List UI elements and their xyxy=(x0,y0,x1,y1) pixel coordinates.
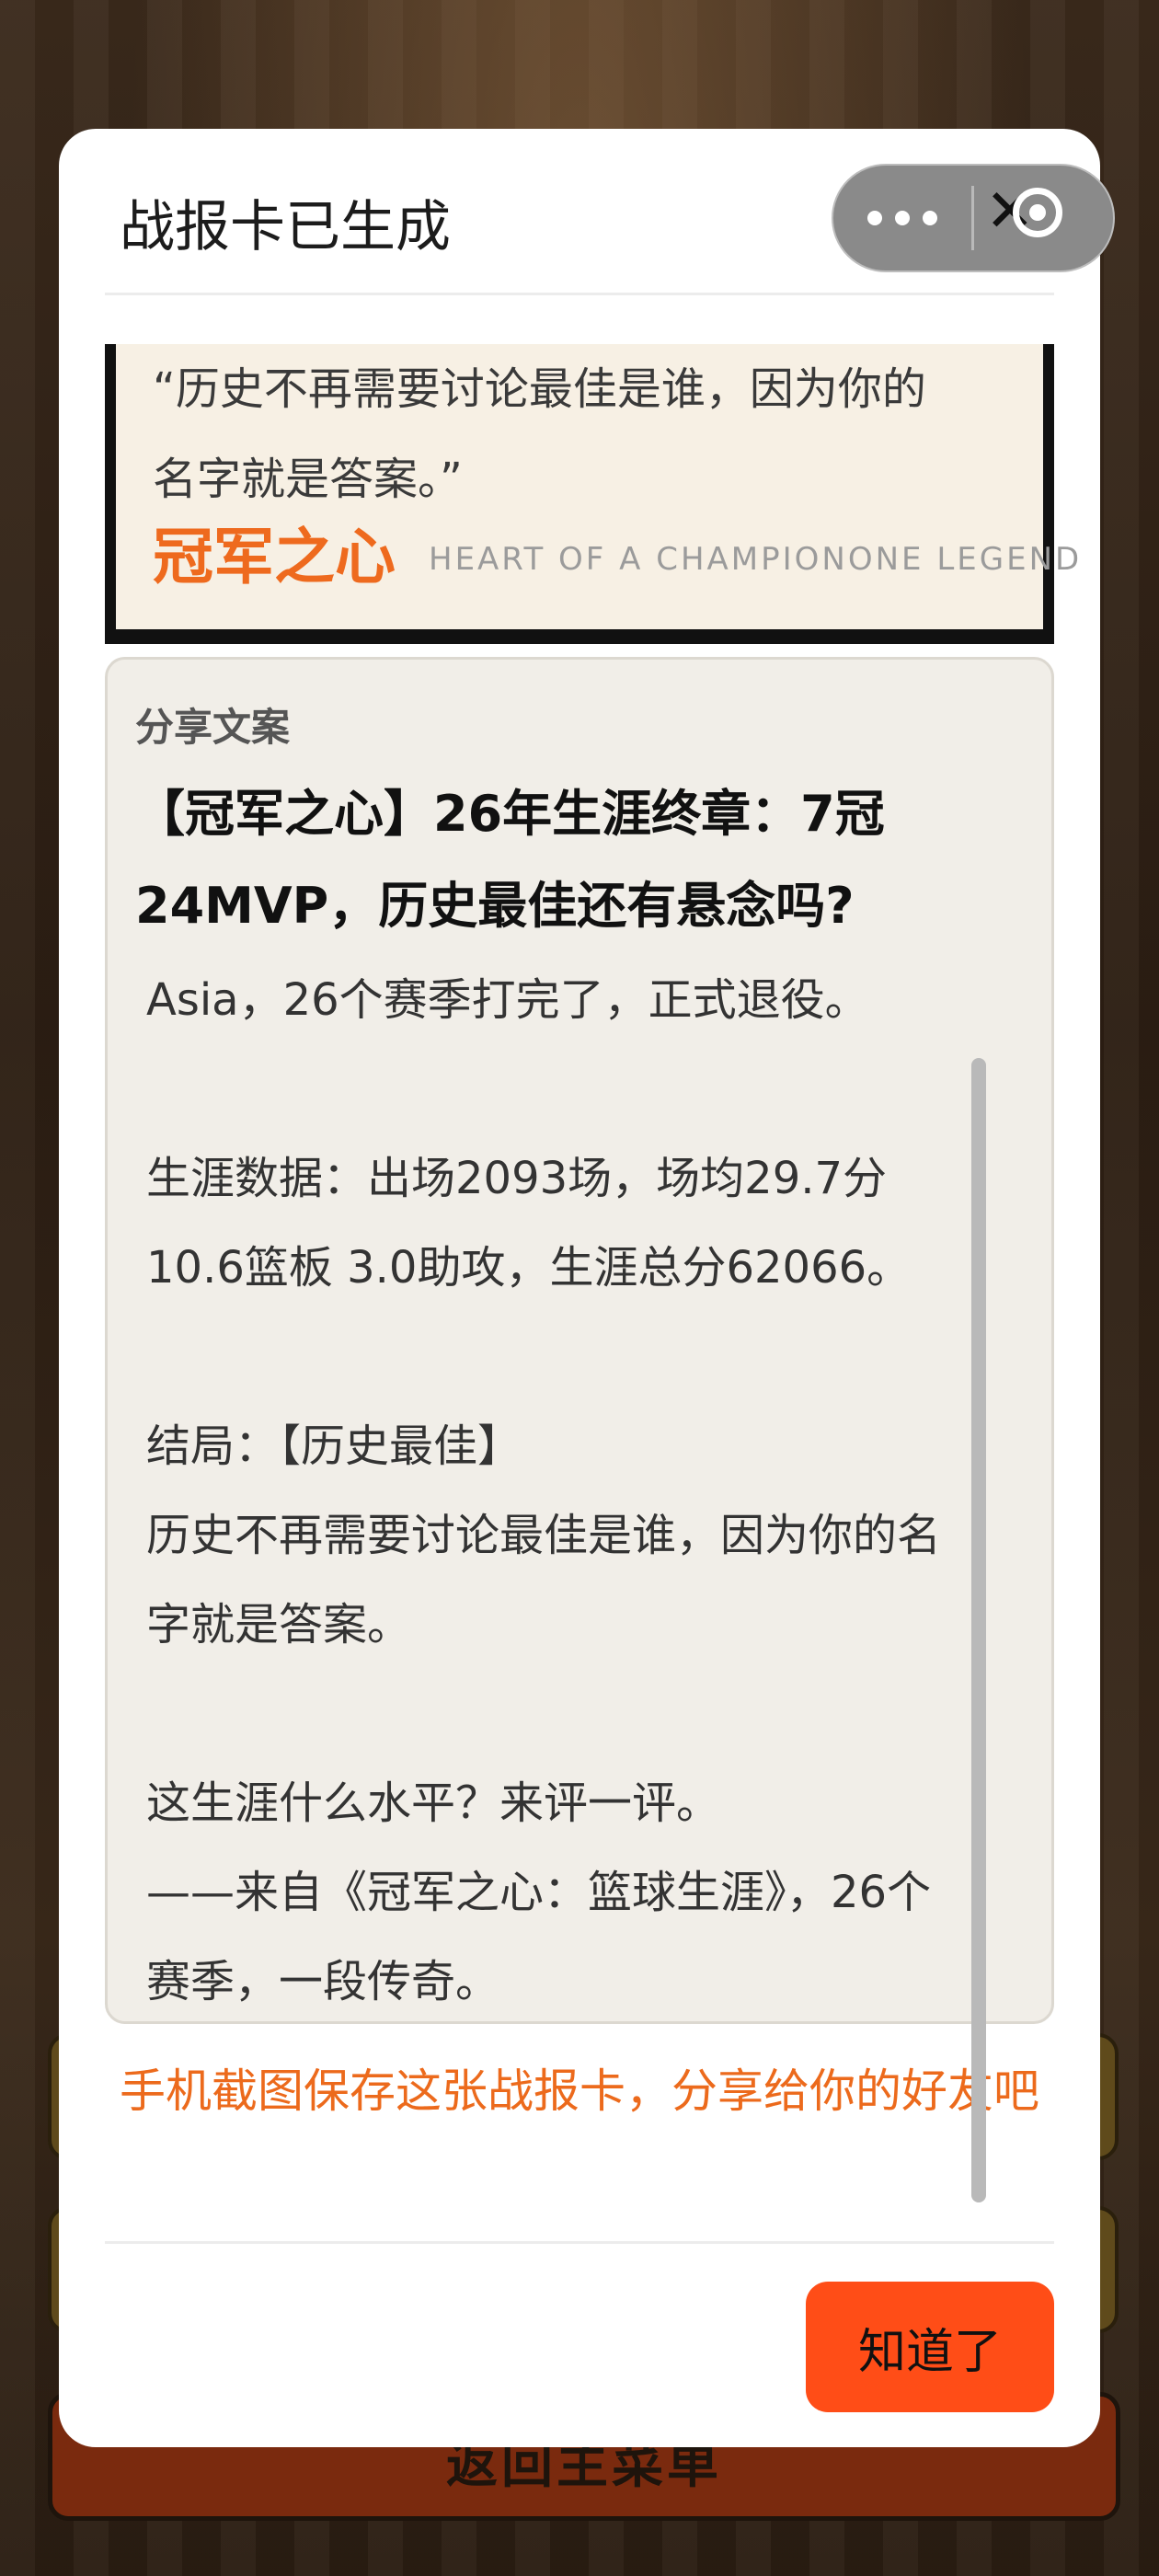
modal-title: 战报卡已生成 xyxy=(120,195,451,259)
share-line xyxy=(146,1045,1011,1134)
share-line: 这生涯什么水平？来评一评。 xyxy=(146,1777,721,1829)
share-line: 历史不再需要讨论最佳是谁，因为你的名 xyxy=(146,1510,942,1561)
share-line xyxy=(146,1313,1011,1402)
share-line: ——来自《冠军之心：篮球生涯》，26个 xyxy=(146,1867,932,1918)
share-line: 生涯数据：出场2093场，场均29.7分 xyxy=(146,1153,888,1204)
scrollbar[interactable] xyxy=(971,1058,986,2202)
close-icon[interactable]: ✕ xyxy=(974,166,1113,270)
target-icon xyxy=(1013,188,1062,237)
card-brand: 冠军之心 xyxy=(153,522,396,592)
share-label: 分享文案 xyxy=(135,705,291,750)
footer-divider xyxy=(105,2241,1054,2244)
share-body: Asia，26个赛季打完了，正式退役。 生涯数据：出场2093场，场均29.7分… xyxy=(146,956,1011,2027)
confirm-button[interactable]: 知道了 xyxy=(806,2282,1054,2412)
header-divider xyxy=(105,293,1054,295)
share-line: Asia，26个赛季打完了，正式退役。 xyxy=(146,974,869,1026)
share-line: 字就是答案。 xyxy=(146,1599,412,1650)
save-hint: 手机截图保存这张战报卡，分享给你的好友吧 xyxy=(120,2064,1039,2118)
miniprogram-capsule: ✕ xyxy=(832,164,1115,272)
share-line xyxy=(146,1670,1011,1759)
share-line: 赛季，一段传奇。 xyxy=(146,1956,500,2007)
share-text-box[interactable]: 分享文案 【冠军之心】26年生涯终章：7冠24MVP，历史最佳还有悬念吗? As… xyxy=(105,657,1054,2024)
share-line: 结局：【历史最佳】 xyxy=(146,1420,522,1472)
report-card: “历史不再需要讨论最佳是谁，因为你的 名字就是答案。” 冠军之心 HEART O… xyxy=(105,344,1079,644)
share-line: 10.6篮板 3.0助攻，生涯总分62066。 xyxy=(146,1242,912,1294)
report-card-modal: 战报卡已生成 “历史不再需要讨论最佳是谁，因为你的 名字就是答案。” 冠军之心 … xyxy=(59,129,1100,2447)
card-quote-line: “历史不再需要讨论最佳是谁，因为你的 xyxy=(153,363,926,415)
more-dots-icon[interactable] xyxy=(833,211,971,225)
share-title: 【冠军之心】26年生涯终章：7冠24MVP，历史最佳还有悬念吗? xyxy=(135,785,885,935)
card-subtitle: HEART OF A CHAMPIONONE LEGEND xyxy=(429,541,1083,578)
card-quote: “历史不再需要讨论最佳是谁，因为你的 名字就是答案。” xyxy=(153,344,1036,524)
